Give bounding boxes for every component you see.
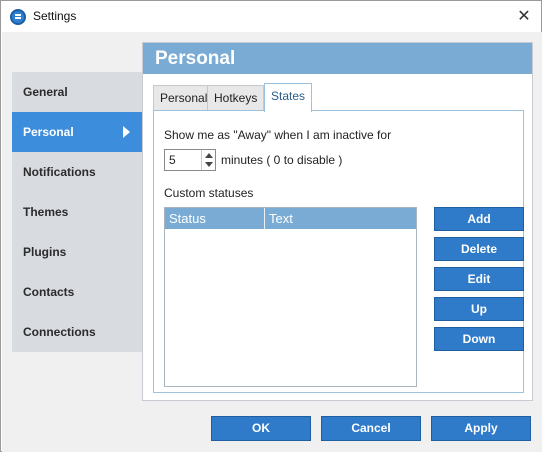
window-title: Settings bbox=[33, 9, 77, 23]
up-button[interactable]: Up bbox=[434, 297, 524, 321]
add-button[interactable]: Add bbox=[434, 207, 524, 231]
sidebar-item-themes[interactable]: Themes bbox=[12, 192, 142, 232]
tab-personal[interactable]: Personal bbox=[153, 85, 215, 111]
sidebar-item-contacts[interactable]: Contacts bbox=[12, 272, 142, 312]
away-minutes-value[interactable]: 5 bbox=[169, 153, 176, 167]
title-bar: Settings ✕ bbox=[1, 1, 541, 32]
sidebar-item-label: Personal bbox=[23, 125, 74, 139]
sidebar-item-label: Contacts bbox=[23, 285, 75, 299]
sidebar-item-notifications[interactable]: Notifications bbox=[12, 152, 142, 192]
settings-window: Settings ✕ General Personal Notification… bbox=[0, 0, 542, 452]
tab-hotkeys[interactable]: Hotkeys bbox=[207, 85, 265, 111]
down-button[interactable]: Down bbox=[434, 327, 524, 351]
custom-statuses-table[interactable]: Status Text bbox=[164, 207, 417, 387]
ok-button[interactable]: OK bbox=[211, 416, 311, 441]
sidebar-item-personal[interactable]: Personal bbox=[12, 112, 142, 152]
sidebar: General Personal Notifications Themes Pl… bbox=[12, 72, 142, 352]
edit-button[interactable]: Edit bbox=[434, 267, 524, 291]
minutes-label: minutes ( 0 to disable ) bbox=[221, 153, 343, 167]
sidebar-item-label: Connections bbox=[23, 325, 96, 339]
close-icon[interactable]: ✕ bbox=[513, 5, 535, 27]
sidebar-item-connections[interactable]: Connections bbox=[12, 312, 142, 352]
stepper-buttons bbox=[201, 150, 215, 170]
sidebar-item-label: Themes bbox=[23, 205, 69, 219]
app-icon bbox=[10, 9, 26, 25]
table-header: Status Text bbox=[165, 208, 416, 229]
page-title: Personal bbox=[143, 43, 532, 74]
chevron-right-icon bbox=[123, 126, 130, 138]
states-tab-body: Show me as "Away" when I am inactive for… bbox=[153, 110, 524, 393]
sidebar-item-general[interactable]: General bbox=[12, 72, 142, 112]
stepper-up-icon[interactable] bbox=[205, 153, 213, 158]
column-header-text[interactable]: Text bbox=[265, 208, 416, 229]
stepper-down-icon[interactable] bbox=[205, 162, 213, 167]
apply-button[interactable]: Apply bbox=[431, 416, 531, 441]
cancel-button[interactable]: Cancel bbox=[321, 416, 421, 441]
sidebar-item-label: Notifications bbox=[23, 165, 96, 179]
sidebar-item-label: Plugins bbox=[23, 245, 67, 259]
sidebar-item-label: General bbox=[23, 85, 68, 99]
delete-button[interactable]: Delete bbox=[434, 237, 524, 261]
content-panel: Personal Personal Hotkeys States Show me… bbox=[142, 42, 533, 401]
away-minutes-stepper[interactable]: 5 bbox=[164, 149, 216, 171]
sidebar-item-plugins[interactable]: Plugins bbox=[12, 232, 142, 272]
column-header-status[interactable]: Status bbox=[165, 208, 265, 229]
tab-states[interactable]: States bbox=[264, 83, 313, 112]
away-label: Show me as "Away" when I am inactive for bbox=[164, 128, 392, 142]
custom-statuses-label: Custom statuses bbox=[164, 186, 254, 200]
